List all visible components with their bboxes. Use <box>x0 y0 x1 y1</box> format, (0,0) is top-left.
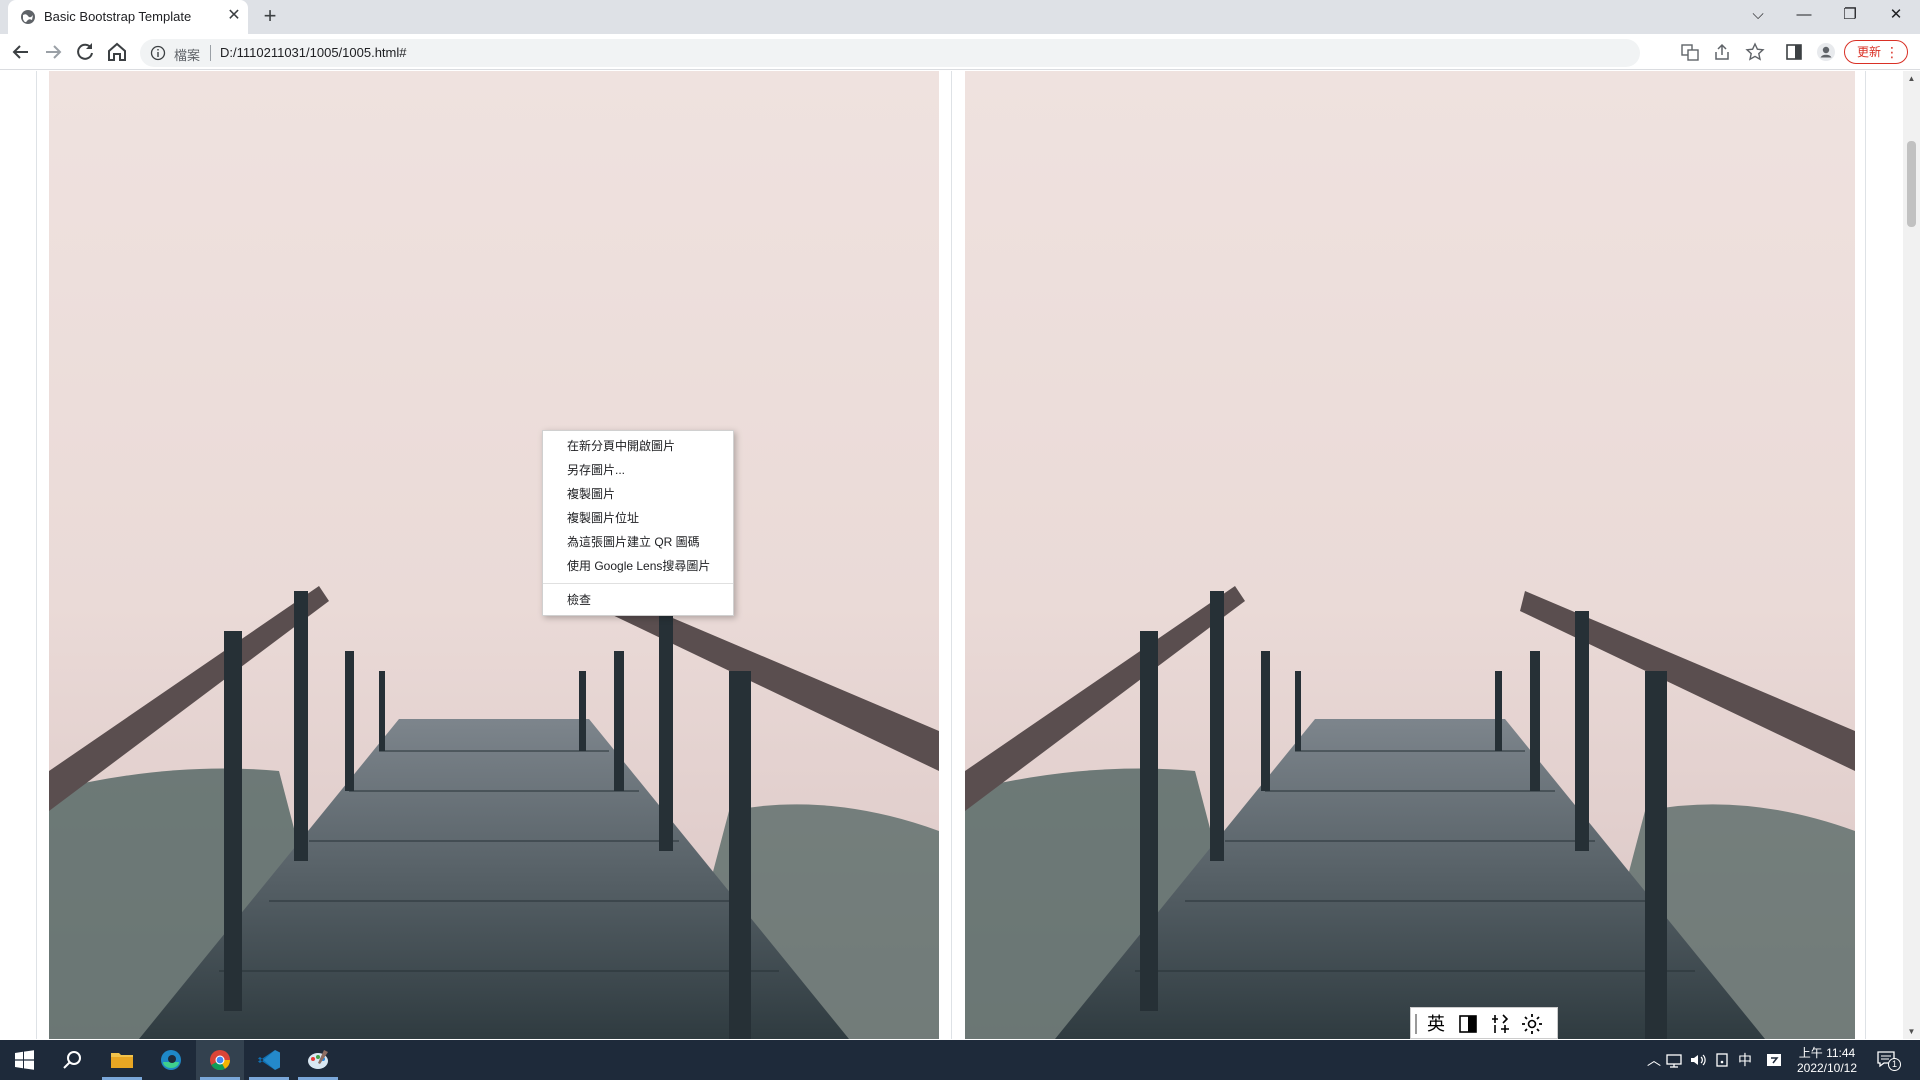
menu-search-google-lens[interactable]: 使用 Google Lens搜尋圖片 <box>543 555 733 577</box>
url-text[interactable]: D:/1110211031/1005/1005.html# <box>220 45 406 60</box>
notification-count-badge: 1 <box>1888 1058 1901 1071</box>
search-icon[interactable] <box>48 1040 96 1080</box>
scroll-up-icon[interactable]: ▲ <box>1907 74 1916 83</box>
edge-icon[interactable] <box>147 1040 195 1080</box>
vscode-icon[interactable] <box>245 1040 293 1080</box>
profile-avatar-icon[interactable] <box>1816 42 1836 62</box>
new-tab-button[interactable]: + <box>256 4 284 30</box>
home-icon[interactable] <box>104 40 130 64</box>
image-context-menu: 在新分頁中開啟圖片 另存圖片... 複製圖片 複製圖片位址 為這張圖片建立 QR… <box>542 430 734 616</box>
bookmark-star-icon[interactable] <box>1745 42 1765 62</box>
windows-start-icon[interactable] <box>0 1040 48 1080</box>
forward-icon[interactable] <box>40 40 66 64</box>
menu-inspect[interactable]: 檢查 <box>543 589 733 611</box>
translate-icon[interactable] <box>1680 42 1700 62</box>
show-hidden-icons-chevron-icon[interactable]: ︿ <box>1644 1050 1664 1070</box>
tab-title: Basic Bootstrap Template <box>44 9 192 24</box>
update-button[interactable]: 更新 ⋮ <box>1844 40 1908 64</box>
clock-time[interactable]: 上午 11:44 <box>1792 1044 1862 1061</box>
settings-icon[interactable] <box>1519 1011 1545 1037</box>
card-border-middle <box>951 71 952 1039</box>
menu-copy-image-address[interactable]: 複製圖片位址 <box>543 507 733 529</box>
share-icon[interactable] <box>1712 42 1732 62</box>
ime-toolbar: 英 <box>1410 1007 1558 1039</box>
menu-open-image-new-tab[interactable]: 在新分頁中開啟圖片 <box>543 435 733 457</box>
address-bar[interactable]: 檔案 D:/1110211031/1005/1005.html# <box>140 39 1640 67</box>
ime-language-toggle[interactable]: 英 <box>1423 1011 1449 1037</box>
omnibox-divider <box>210 45 211 61</box>
boardwalk-photo-left[interactable] <box>49 71 939 1039</box>
menu-create-qr-code[interactable]: 為這張圖片建立 QR 圖碼 <box>543 531 733 553</box>
browser-toolbar: 檔案 D:/1110211031/1005/1005.html# 更新 ⋮ <box>0 34 1920 70</box>
file-explorer-icon[interactable] <box>98 1040 146 1080</box>
card-border-right <box>1865 71 1866 1039</box>
menu-save-image-as[interactable]: 另存圖片... <box>543 459 733 481</box>
ime-pad-icon[interactable] <box>1764 1050 1784 1070</box>
network-icon[interactable] <box>1664 1050 1684 1070</box>
side-panel-icon[interactable] <box>1784 42 1804 62</box>
boardwalk-photo-right[interactable] <box>965 71 1855 1039</box>
site-info-icon[interactable] <box>150 45 166 61</box>
half-full-width-icon[interactable] <box>1455 1011 1481 1037</box>
page-viewport <box>0 71 1920 1039</box>
ime-mode-indicator[interactable]: 中 <box>1735 1050 1755 1070</box>
back-icon[interactable] <box>8 40 34 64</box>
menu-copy-image[interactable]: 複製圖片 <box>543 483 733 505</box>
globe-icon <box>21 10 35 24</box>
kebab-menu-icon[interactable]: ⋮ <box>1885 41 1899 63</box>
action-center-icon[interactable]: 1 <box>1876 1050 1901 1072</box>
tab-close-icon[interactable]: ✕ <box>224 6 244 26</box>
close-window-button[interactable]: ✕ <box>1873 0 1919 30</box>
tab-search-icon[interactable]: ⌵ <box>1735 0 1781 30</box>
paint-icon[interactable] <box>294 1040 342 1080</box>
device-icon[interactable] <box>1712 1050 1732 1070</box>
menu-separator <box>543 583 733 584</box>
chrome-icon[interactable] <box>196 1040 244 1080</box>
windows-taskbar: ︿ 中 上午 11:44 2022/10/12 1 <box>0 1040 1920 1080</box>
card-border-left <box>36 71 37 1039</box>
clock-date[interactable]: 2022/10/12 <box>1792 1061 1862 1075</box>
scroll-down-icon[interactable]: ▼ <box>1907 1027 1916 1036</box>
scheme-label: 檔案 <box>174 48 201 63</box>
tools-icon[interactable] <box>1487 1011 1513 1037</box>
update-label: 更新 <box>1857 45 1882 59</box>
page-scrollbar[interactable]: ▲ ▼ <box>1903 71 1920 1039</box>
restore-button[interactable]: ❐ <box>1827 0 1873 30</box>
scroll-thumb[interactable] <box>1907 141 1916 227</box>
ime-drag-handle[interactable] <box>1415 1014 1417 1034</box>
tab-strip: Basic Bootstrap Template ✕ + ⌵ — ❐ ✕ <box>0 0 1920 34</box>
tab-active[interactable]: Basic Bootstrap Template ✕ <box>8 0 248 34</box>
reload-icon[interactable] <box>72 40 98 64</box>
minimize-button[interactable]: — <box>1781 0 1827 30</box>
volume-icon[interactable] <box>1688 1050 1708 1070</box>
